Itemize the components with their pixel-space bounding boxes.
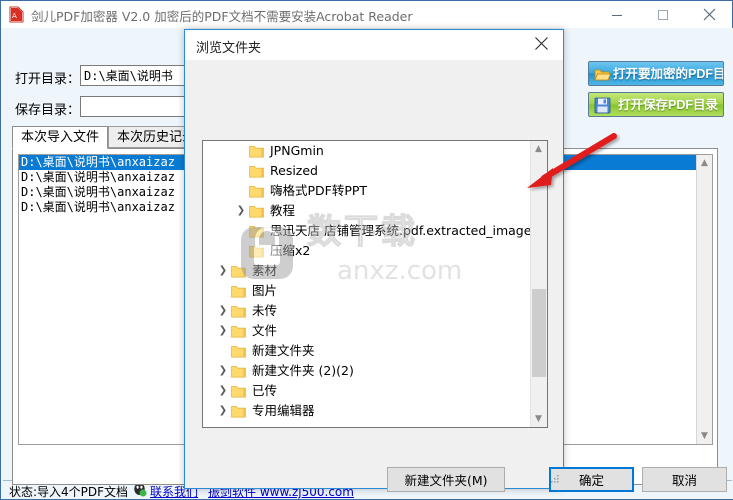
tree-item[interactable]: ❯ 未传 xyxy=(203,301,547,321)
tab-imported-files[interactable]: 本次导入文件 xyxy=(12,126,109,149)
chevron-right-icon[interactable]: ❯ xyxy=(215,301,231,321)
tree-item-label: 思迅天店 店铺管理系统.pdf.extracted_images xyxy=(270,223,538,238)
tree-item[interactable]: ❯ 新建文件夹 (2)(2) xyxy=(203,361,547,381)
folder-icon xyxy=(231,384,246,398)
tree-item[interactable]: ❯ 专用编辑器 xyxy=(203,401,547,421)
floppy-save-icon xyxy=(594,97,611,114)
tree-item-label: 未传 xyxy=(252,303,278,318)
folder-icon xyxy=(231,404,246,418)
tree-item-label: 教程 xyxy=(270,203,296,218)
tree-item[interactable]: 压缩x2 xyxy=(203,241,547,261)
app-pdf-icon: A xyxy=(8,6,25,23)
open-encrypt-dir-button[interactable]: 打开要加密的PDF目录 xyxy=(588,61,724,86)
tree-item[interactable]: 嗨格式PDF转PPT xyxy=(203,181,547,201)
tree-item[interactable]: 思迅天店 店铺管理系统.pdf.extracted_images xyxy=(203,221,547,241)
folder-icon xyxy=(231,304,246,318)
tree-item[interactable]: 新建文件夹 xyxy=(203,341,547,361)
tree-item[interactable]: JPNGmin xyxy=(203,141,547,161)
tab-imported-files-label: 本次导入文件 xyxy=(21,130,100,145)
folder-icon xyxy=(249,164,264,178)
scroll-down-icon[interactable]: ▼ xyxy=(531,411,546,427)
dialog-titlebar: 浏览文件夹 xyxy=(185,30,563,60)
tree-item-label: 压缩x2 xyxy=(270,243,311,258)
folder-icon xyxy=(249,244,264,258)
title-bar: A 剑儿PDF加密器 V2.0 加密后的PDF文档不需要安装Acrobat Re… xyxy=(1,1,732,28)
cancel-button[interactable]: 取消 xyxy=(642,467,727,492)
chevron-right-icon[interactable]: ❯ xyxy=(233,201,249,221)
folder-icon xyxy=(249,204,264,218)
status-text: 状态:导入4个PDF文档 xyxy=(9,485,129,499)
open-encrypt-dir-label: 打开要加密的PDF目录 xyxy=(613,67,723,81)
resize-grip[interactable] xyxy=(548,473,560,485)
folder-icon xyxy=(249,184,264,198)
svg-text:A: A xyxy=(12,12,17,20)
tree-item[interactable]: ❯ 已传 xyxy=(203,381,547,401)
tree-item-label: 新建文件夹 xyxy=(252,343,315,358)
save-dir-label: 保存目录： xyxy=(15,103,81,118)
folder-icon xyxy=(249,144,264,158)
browse-folder-dialog: 浏览文件夹 JPNGmin Resized 嗨格式PDF转PPT ❯ 教程思迅天店 店铺… xyxy=(184,29,727,492)
scrollbar-thumb[interactable] xyxy=(532,289,546,377)
folder-icon xyxy=(231,324,246,338)
folder-icon xyxy=(231,264,246,278)
scroll-down-icon[interactable]: ▼ xyxy=(697,428,712,444)
chevron-right-icon[interactable]: ❯ xyxy=(215,401,231,421)
tree-item-label: 素材 xyxy=(252,263,278,278)
new-folder-button[interactable]: 新建文件夹(M) xyxy=(387,467,505,492)
open-save-dir-button[interactable]: 打开保存PDF目录 xyxy=(588,92,724,117)
scroll-up-icon[interactable]: ▲ xyxy=(697,155,712,171)
folder-icon xyxy=(231,284,246,298)
tree-item-label: 嗨格式PDF转PPT xyxy=(270,183,368,198)
close-icon[interactable] xyxy=(521,30,561,59)
open-folder-icon xyxy=(594,66,612,83)
tree-item-label: 文件 xyxy=(252,323,278,338)
scroll-up-icon[interactable]: ▲ xyxy=(531,141,546,157)
maximize-icon[interactable] xyxy=(640,1,686,28)
chevron-right-icon[interactable]: ❯ xyxy=(215,381,231,401)
chevron-right-icon[interactable]: ❯ xyxy=(215,321,231,341)
folder-icon xyxy=(249,224,264,238)
dialog-title: 浏览文件夹 xyxy=(196,41,262,56)
folder-tree[interactable]: JPNGmin Resized 嗨格式PDF转PPT ❯ 教程思迅天店 店铺管理系统.p… xyxy=(202,140,548,428)
open-dir-label: 打开目录： xyxy=(15,72,81,87)
chevron-right-icon[interactable]: ❯ xyxy=(215,361,231,381)
folder-icon xyxy=(231,344,246,358)
tree-item[interactable]: Resized xyxy=(203,161,547,181)
tree-item[interactable]: ❯ 素材 xyxy=(203,261,547,281)
tree-item-label: 新建文件夹 (2)(2) xyxy=(252,363,354,378)
tree-item-label: 已传 xyxy=(252,383,278,398)
ok-button[interactable]: 确定 xyxy=(549,467,634,492)
application-window: A 剑儿PDF加密器 V2.0 加密后的PDF文档不需要安装Acrobat Re… xyxy=(0,0,733,500)
close-icon[interactable] xyxy=(686,1,732,28)
chevron-right-icon[interactable]: ❯ xyxy=(215,261,231,281)
tree-item-label: Resized xyxy=(270,163,318,178)
minimize-icon[interactable] xyxy=(594,1,640,28)
tree-item[interactable]: ❯ 文件 xyxy=(203,321,547,341)
tree-item-label: 专用编辑器 xyxy=(252,403,315,418)
window-title: 剑儿PDF加密器 V2.0 加密后的PDF文档不需要安装Acrobat Read… xyxy=(31,9,413,24)
file-list-scrollbar[interactable]: ▲ ▼ xyxy=(696,155,712,444)
folder-icon xyxy=(231,364,246,378)
folder-tree-scrollbar[interactable]: ▲ ▼ xyxy=(530,141,547,427)
tree-item[interactable]: ❯ 教程 xyxy=(203,201,547,221)
tree-item[interactable]: 图片 xyxy=(203,281,547,301)
folder-tree-rows: JPNGmin Resized 嗨格式PDF转PPT ❯ 教程思迅天店 店铺管理系统.p… xyxy=(203,141,547,421)
open-save-dir-label: 打开保存PDF目录 xyxy=(617,98,718,112)
tree-item-label: 图片 xyxy=(252,283,278,298)
tree-item-label: JPNGmin xyxy=(270,143,324,158)
